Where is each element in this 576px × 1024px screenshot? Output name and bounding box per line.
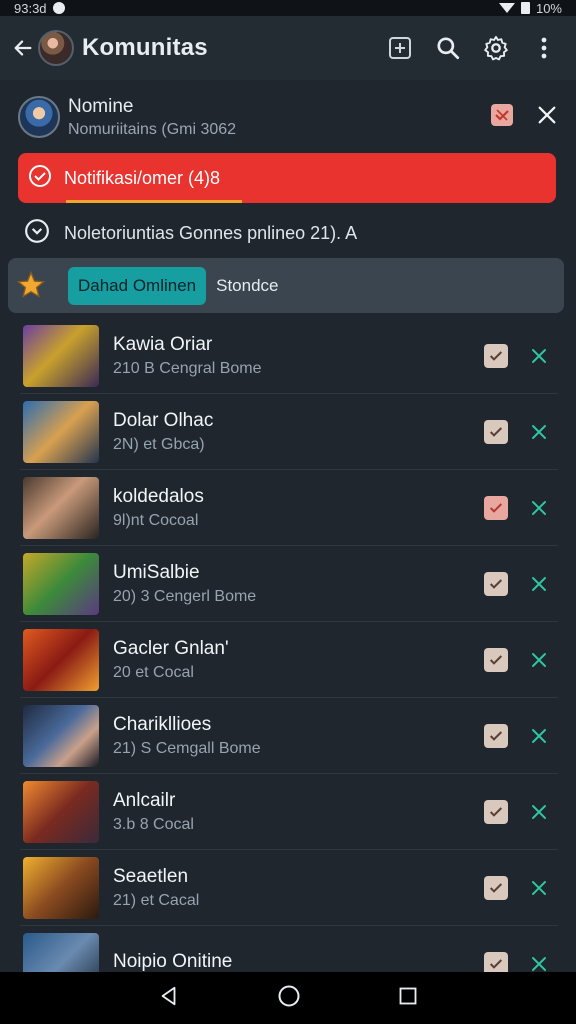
community-avatar[interactable] xyxy=(18,96,60,138)
community-header: Nomine Nomuriitains (Gmi 3062 xyxy=(0,80,576,154)
info-text: Noletoriuntias Gonnes pnlineo 21). A xyxy=(64,222,358,243)
close-icon[interactable] xyxy=(526,571,552,597)
chevron-down-circle-icon[interactable] xyxy=(24,218,50,249)
status-bar: 93:3d 10% xyxy=(0,0,576,16)
item-title: Dolar Olhac xyxy=(113,409,214,431)
page-title: Komunitas xyxy=(82,34,208,61)
check-icon[interactable] xyxy=(484,647,508,672)
alert-check-icon xyxy=(28,164,52,193)
item-meta: 20) 3 Cengerl Bome xyxy=(113,587,257,605)
check-icon[interactable] xyxy=(484,419,508,444)
list-item[interactable]: Kawia Oriar 210 B Cengral Bome xyxy=(20,318,558,394)
info-line: Noletoriuntias Gonnes pnlineo 21). A xyxy=(24,218,357,248)
filter-chip[interactable]: Dahad Omlinen xyxy=(68,266,207,305)
alert-text: Notifikasi/omer (4)8 xyxy=(64,167,221,188)
battery-icon xyxy=(520,2,530,14)
item-thumbnail xyxy=(23,780,99,843)
battery-percent: 10% xyxy=(535,0,562,16)
signal-icon xyxy=(498,3,515,13)
item-thumbnail xyxy=(23,628,99,691)
item-title: Gacler Gnlan' xyxy=(113,637,229,659)
gear-icon[interactable] xyxy=(482,34,510,62)
close-icon[interactable] xyxy=(526,343,552,369)
item-title: Anlcailr xyxy=(113,789,176,811)
item-thumbnail xyxy=(23,400,99,463)
item-title: UmiSalbie xyxy=(113,561,200,583)
filter-bar: Dahad Omlinen Stondce xyxy=(8,258,564,313)
more-vert-icon[interactable] xyxy=(530,34,558,62)
check-icon[interactable] xyxy=(484,799,508,824)
item-thumbnail xyxy=(23,704,99,767)
item-thumbnail xyxy=(23,324,99,387)
community-name: Nomine xyxy=(68,95,134,117)
alert-underline xyxy=(66,200,242,203)
item-meta: 20 et Cocal xyxy=(113,663,194,681)
item-meta: 210 B Cengral Bome xyxy=(113,359,262,377)
list-item[interactable]: Gacler Gnlan' 20 et Cocal xyxy=(20,622,558,698)
list-item[interactable]: Anlcailr 3.b 8 Cocal xyxy=(20,774,558,850)
close-icon[interactable] xyxy=(526,647,552,673)
check-icon[interactable] xyxy=(484,723,508,748)
check-icon[interactable] xyxy=(484,495,508,520)
list-item[interactable]: UmiSalbie 20) 3 Cengerl Bome xyxy=(20,546,558,622)
status-time: 93:3d xyxy=(14,0,47,16)
list-item[interactable]: Dolar Olhac 2N) et Gbca) xyxy=(20,394,558,470)
app-bar: Komunitas xyxy=(0,16,576,80)
item-title: koldedalos xyxy=(113,485,204,507)
close-icon[interactable] xyxy=(526,495,552,521)
avatar[interactable] xyxy=(38,30,74,66)
close-icon[interactable] xyxy=(526,799,552,825)
nav-back-icon[interactable] xyxy=(158,985,180,1012)
close-icon[interactable] xyxy=(526,875,552,901)
item-meta: 21) S Cemgall Bome xyxy=(113,739,261,757)
item-meta: 3.b 8 Cocal xyxy=(113,815,194,833)
item-title: Kawia Oriar xyxy=(113,333,213,355)
nav-home-icon[interactable] xyxy=(277,984,301,1013)
star-icon xyxy=(14,269,48,303)
search-icon[interactable] xyxy=(434,34,462,62)
check-icon[interactable] xyxy=(484,571,508,596)
filter-secondary[interactable]: Stondce xyxy=(216,276,278,296)
item-title: Seaetlen xyxy=(113,865,189,887)
item-thumbnail xyxy=(23,856,99,919)
item-meta: 2N) et Gbca) xyxy=(113,435,205,453)
back-arrow-icon[interactable] xyxy=(10,35,36,61)
notification-icon xyxy=(52,2,65,14)
check-icon[interactable] xyxy=(490,103,514,132)
nav-recents-icon[interactable] xyxy=(398,986,418,1011)
close-icon[interactable] xyxy=(526,723,552,749)
add-box-icon[interactable] xyxy=(386,34,414,62)
list-item[interactable]: Charikllioes 21) S Cemgall Bome xyxy=(20,698,558,774)
member-list: Kawia Oriar 210 B Cengral Bome Dolar Olha… xyxy=(20,318,558,1002)
item-thumbnail xyxy=(23,476,99,539)
notification-alert[interactable]: Notifikasi/omer (4)8 xyxy=(18,153,556,203)
item-meta: 9l)nt Cocoal xyxy=(113,511,199,529)
list-item[interactable]: Seaetlen 21) et Cacal xyxy=(20,850,558,926)
item-title: Noipio Onitine xyxy=(113,951,233,972)
check-icon[interactable] xyxy=(484,343,508,368)
system-nav-bar xyxy=(0,972,576,1024)
list-item[interactable]: koldedalos 9l)nt Cocoal xyxy=(20,470,558,546)
item-thumbnail xyxy=(23,552,99,615)
close-icon[interactable] xyxy=(526,419,552,445)
community-subtitle: Nomuriitains (Gmi 3062 xyxy=(68,120,237,138)
item-title: Charikllioes xyxy=(113,713,212,735)
item-meta: 21) et Cacal xyxy=(113,891,200,909)
check-icon[interactable] xyxy=(484,875,508,900)
close-icon[interactable] xyxy=(536,104,558,131)
